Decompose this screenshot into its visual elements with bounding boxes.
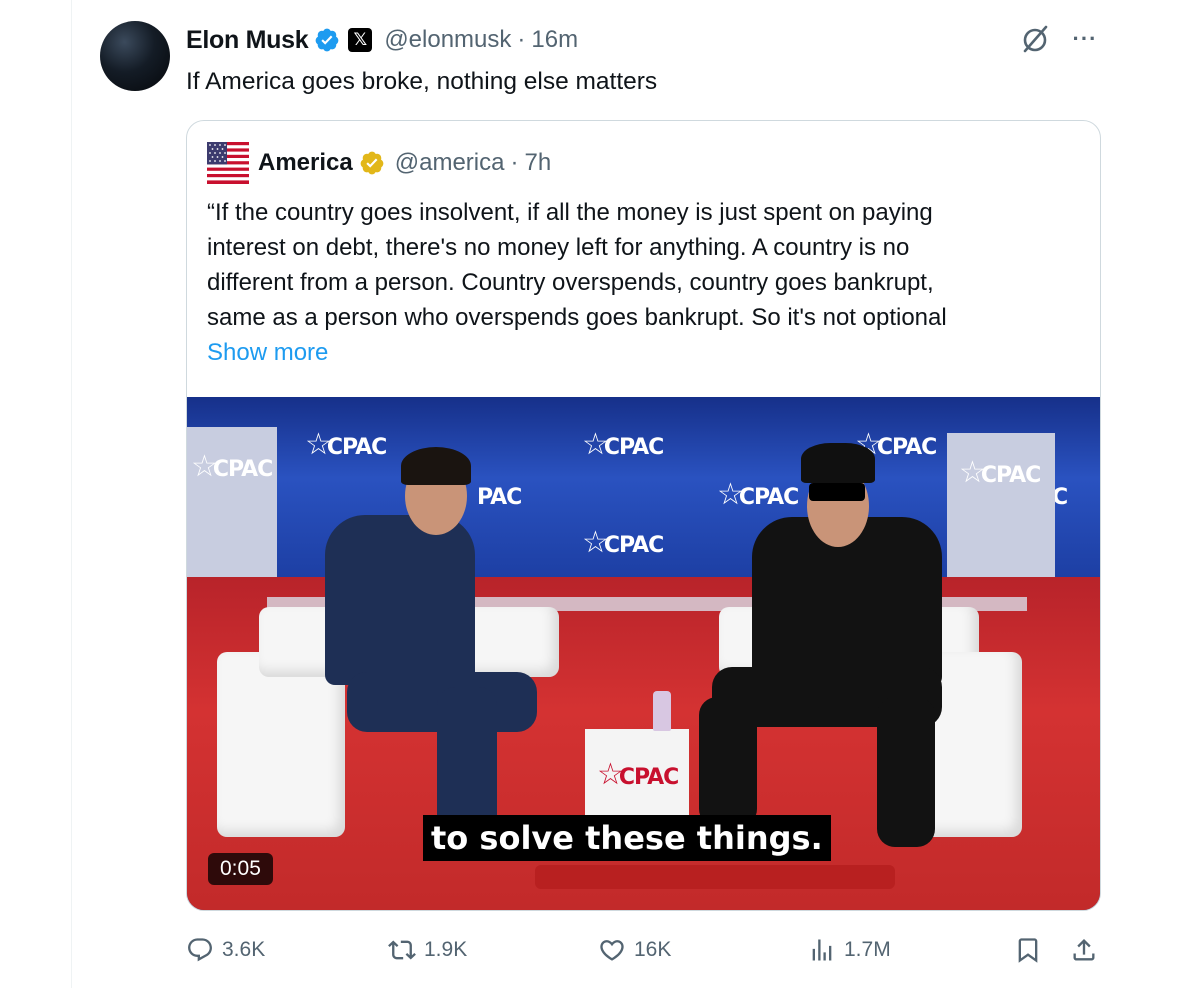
- grok-icon[interactable]: [1018, 22, 1052, 56]
- host-torso: [325, 515, 475, 685]
- backdrop-logo: PAC: [477, 485, 522, 510]
- quote-text-line: different from a person. Country overspe…: [207, 269, 934, 296]
- author-handle[interactable]: @elonmusk: [384, 26, 511, 54]
- quote-text-line: same as a person who overspends goes ban…: [207, 304, 947, 331]
- repost-count: 1.9K: [424, 938, 468, 961]
- quote-text: “If the country goes insolvent, if all t…: [207, 195, 1087, 370]
- bookmark-button[interactable]: [1014, 928, 1042, 972]
- views-icon: [812, 939, 832, 961]
- views-button[interactable]: 1.7M: [808, 928, 891, 972]
- pillar-logo: ☆CPAC: [959, 455, 1041, 490]
- pillar-logo: ☆CPAC: [191, 449, 273, 484]
- views-count: 1.7M: [844, 938, 891, 961]
- gold-verified-badge-icon[interactable]: [359, 150, 385, 176]
- video-duration: 0:05: [208, 853, 273, 885]
- tweet-header: Elon Musk 𝕏 @elonmusk · 16m: [186, 23, 578, 57]
- x-logo-icon: 𝕏: [348, 28, 373, 52]
- reply-icon: [188, 938, 212, 962]
- more-icon[interactable]: ···: [1068, 24, 1102, 54]
- guest-shin: [877, 697, 935, 847]
- bookmark-icon: [1018, 938, 1038, 963]
- share-button[interactable]: [1070, 928, 1098, 972]
- water-bottle: [653, 691, 671, 731]
- guest-cap: [801, 443, 875, 483]
- tweet-text: If America goes broke, nothing else matt…: [186, 68, 658, 95]
- quote-timestamp[interactable]: 7h: [524, 149, 551, 177]
- backdrop-logo: ☆CPAC: [582, 427, 664, 462]
- table-logo: ☆CPAC: [597, 757, 679, 792]
- timestamp[interactable]: 16m: [531, 26, 578, 54]
- video-player[interactable]: ☆CPAC ☆CPAC ☆CPAC ☆CPAC ☆CPAC PAC C ☆CPA…: [187, 397, 1100, 910]
- reply-button[interactable]: 3.6K: [186, 928, 265, 972]
- action-bar: 3.6K 1.9K 16K 1.7M: [186, 928, 1101, 972]
- avatar[interactable]: [100, 21, 170, 91]
- quote-separator-dot: ·: [510, 149, 519, 176]
- verified-badge-icon[interactable]: [314, 27, 340, 53]
- guest-sunglasses: [809, 483, 865, 501]
- like-count: 16K: [634, 938, 672, 961]
- like-icon: [600, 940, 624, 961]
- host-hair: [401, 447, 471, 485]
- quote-author-handle[interactable]: @america: [395, 149, 505, 177]
- repost-button[interactable]: 1.9K: [388, 928, 467, 972]
- us-flag-icon[interactable]: [207, 142, 249, 184]
- backdrop-logo: ☆CPAC: [305, 427, 387, 462]
- chainsaw: [535, 865, 895, 889]
- show-more-link[interactable]: Show more: [207, 335, 1087, 370]
- separator-dot: ·: [517, 26, 526, 53]
- repost-icon: [388, 940, 416, 960]
- quote-text-line: “If the country goes insolvent, if all t…: [207, 199, 933, 226]
- video-caption: to solve these things.: [423, 815, 831, 861]
- timeline-border: [71, 0, 72, 988]
- like-button[interactable]: 16K: [598, 928, 671, 972]
- quote-author-name[interactable]: America: [258, 149, 353, 177]
- backdrop-logo: ☆CPAC: [582, 525, 664, 560]
- quote-header: America @america · 7h: [207, 141, 551, 185]
- share-icon: [1073, 939, 1095, 961]
- backdrop-logo: ☆CPAC: [717, 477, 799, 512]
- reply-count: 3.6K: [222, 938, 266, 961]
- quoted-tweet[interactable]: America @america · 7h “If the country go…: [186, 120, 1101, 911]
- guest-shin: [699, 697, 757, 827]
- author-name[interactable]: Elon Musk: [186, 26, 309, 55]
- quote-text-line: interest on debt, there's no money left …: [207, 234, 910, 261]
